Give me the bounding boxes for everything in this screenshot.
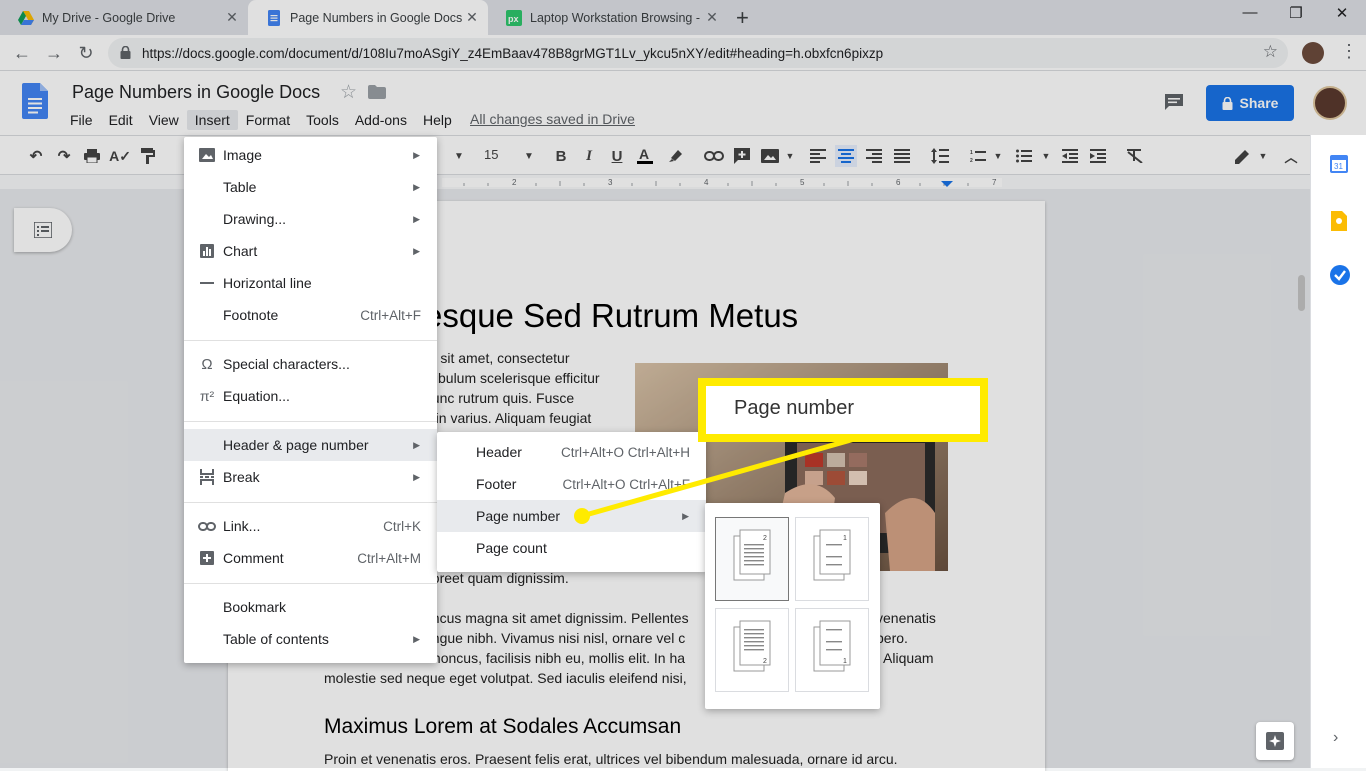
callout-label: Page number	[734, 397, 855, 419]
callout-box: Page number	[698, 378, 988, 442]
callout-connector	[574, 435, 859, 524]
